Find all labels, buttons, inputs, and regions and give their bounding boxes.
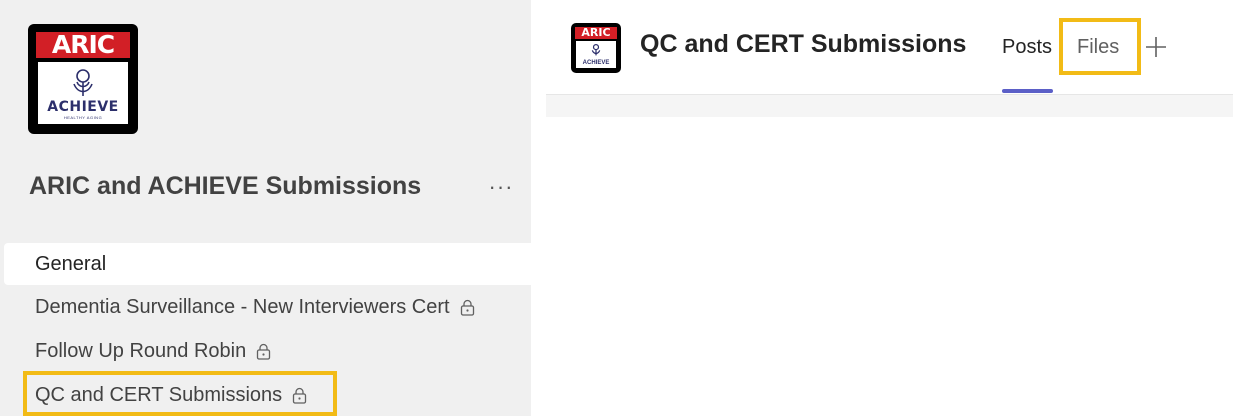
- tree-emblem-icon: [73, 69, 93, 96]
- channel-title: QC and CERT Submissions: [640, 30, 967, 58]
- team-sidebar: ARIC ACHIEVE HEALTHY AGING ARIC and ACHI…: [0, 0, 531, 416]
- logo-achieve-panel: ACHIEVE HEALTHY AGING: [38, 62, 128, 124]
- avatar-achieve-panel: ACHIEVE: [576, 41, 616, 68]
- tab-highlight-box: [1059, 18, 1141, 75]
- channel-label: General: [35, 252, 107, 275]
- lock-icon: [257, 343, 271, 360]
- ellipsis-icon: ···: [488, 174, 514, 199]
- logo-achieve-text: ACHIEVE: [47, 99, 119, 115]
- tab-selected-indicator: [1002, 89, 1053, 93]
- channel-label: Dementia Surveillance - New Interviewers…: [35, 295, 450, 318]
- team-name: ARIC and ACHIEVE Submissions: [29, 172, 422, 200]
- tab-posts[interactable]: Posts: [1002, 36, 1052, 59]
- plus-icon: [1146, 37, 1166, 57]
- channel-header: ARIC ACHIEVE QC and CERT Submissions Pos…: [546, 0, 1233, 94]
- lock-icon: [460, 299, 474, 316]
- avatar-aric-text: ARIC: [575, 27, 617, 39]
- more-options-button[interactable]: ···: [484, 170, 518, 204]
- channel-highlight-box: [23, 371, 337, 416]
- channel-avatar: ARIC ACHIEVE: [571, 23, 621, 73]
- channel-item-dementia-surveillance[interactable]: Dementia Surveillance - New Interviewers…: [4, 286, 531, 328]
- header-divider: [546, 94, 1233, 117]
- logo-tagline: HEALTHY AGING: [63, 115, 103, 120]
- channel-item-follow-up-round-robin[interactable]: Follow Up Round Robin: [4, 330, 531, 372]
- team-logo: ARIC ACHIEVE HEALTHY AGING: [28, 24, 138, 134]
- logo-aric-text: ARIC: [36, 32, 130, 58]
- tree-emblem-icon: [591, 44, 601, 56]
- avatar-achieve-text: ACHIEVE: [582, 60, 610, 66]
- add-tab-button[interactable]: [1142, 30, 1170, 64]
- channel-label: Follow Up Round Robin: [35, 339, 247, 362]
- channel-item-general[interactable]: General: [4, 243, 531, 285]
